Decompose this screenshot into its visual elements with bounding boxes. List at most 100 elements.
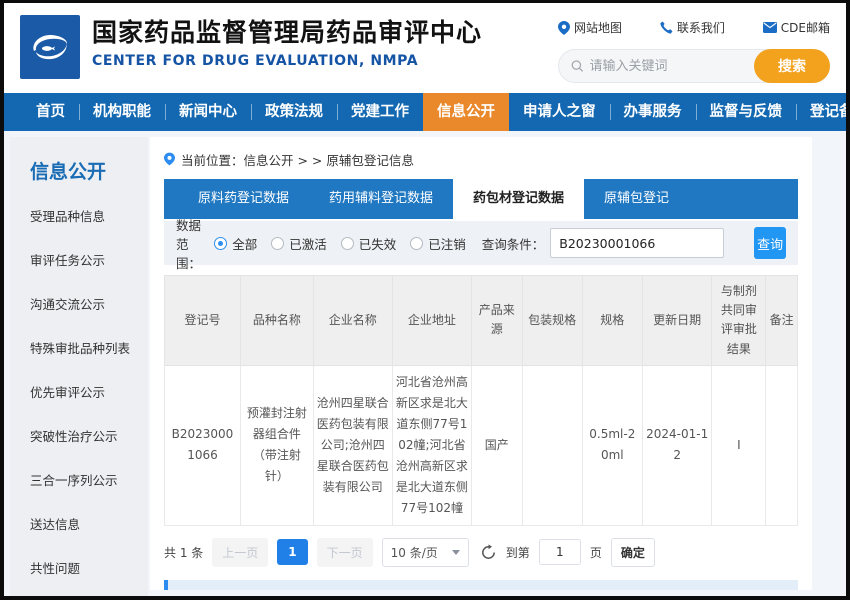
radio-cancelled[interactable]: 已注销: [410, 234, 466, 253]
total-count: 共 1 条: [164, 544, 203, 561]
radio-label: 已失效: [359, 234, 397, 253]
header-right: 网站地图 联系我们 CDE邮箱 搜索: [558, 15, 830, 85]
site-subtitle: CENTER FOR DRUG EVALUATION, NMPA: [92, 53, 482, 69]
search-input[interactable]: [590, 59, 749, 74]
brand-text: 国家药品监督管理局药品审评中心 CENTER FOR DRUG EVALUATI…: [92, 15, 482, 69]
cell-company-name: 沧州四星联合医药包装有限公司;沧州四星联合医药包装有限公司: [313, 365, 392, 525]
col-company-name: 企业名称: [313, 276, 392, 366]
tab-api-registration[interactable]: 原料药登记数据: [178, 179, 309, 219]
cde-logo-icon: [28, 27, 72, 67]
sidebar-item-common-issues[interactable]: 共性问题: [30, 558, 140, 577]
col-spec: 规格: [582, 276, 642, 366]
prev-page-button[interactable]: 上一页: [212, 538, 268, 567]
quick-link-mail[interactable]: CDE邮箱: [763, 19, 830, 36]
radio-label: 全部: [232, 234, 257, 253]
tab-packaging-registration[interactable]: 药包材登记数据: [453, 179, 584, 219]
sidebar: 信息公开 受理品种信息 审评任务公示 沟通交流公示 特殊审批品种列表 优先审评公…: [10, 137, 148, 596]
scope-label: 数据范围：: [176, 215, 210, 272]
quick-link-label: 网站地图: [574, 19, 622, 36]
page-size-select[interactable]: 10 条/页: [382, 538, 469, 567]
radio-dot-icon: [341, 237, 354, 250]
data-tabs: 原料药登记数据 药用辅料登记数据 药包材登记数据 原辅包登记: [164, 179, 798, 219]
page-body: 信息公开 受理品种信息 审评任务公示 沟通交流公示 特殊审批品种列表 优先审评公…: [4, 131, 846, 596]
nav-item-policy[interactable]: 政策法规: [251, 93, 337, 131]
tab-raw-aux-pack[interactable]: 原辅包登记: [584, 179, 689, 219]
page-size-value: 10 条/页: [391, 544, 438, 561]
col-company-address: 企业地址: [392, 276, 471, 366]
sidebar-item-special-approval[interactable]: 特殊审批品种列表: [30, 338, 140, 357]
mail-icon: [763, 22, 777, 33]
radio-label: 已注销: [428, 234, 466, 253]
breadcrumb-text: 当前位置：信息公开 > > 原辅包登记信息: [181, 150, 414, 169]
col-variety-name: 品种名称: [240, 276, 313, 366]
goto-suffix: 页: [590, 544, 602, 561]
quick-link-label: 联系我们: [677, 19, 725, 36]
chevron-down-icon: [452, 550, 460, 555]
col-update-date: 更新日期: [642, 276, 712, 366]
cde-logo: [20, 15, 80, 79]
pagination: 共 1 条 上一页 1 下一页 10 条/页 到第 页 确定: [164, 538, 798, 567]
sidebar-item-three-in-one[interactable]: 三合一序列公示: [30, 470, 140, 489]
col-packaging-spec: 包装规格: [522, 276, 582, 366]
nav-item-applicant-window[interactable]: 申请人之窗: [509, 93, 610, 131]
sidebar-item-review-tasks[interactable]: 审评任务公示: [30, 250, 140, 269]
cell-spec: 0.5ml-20ml: [582, 365, 642, 525]
col-remarks: 备注: [766, 276, 798, 366]
filter-bar: 数据范围： 全部 已激活 已失效 已注销 查询条件： 查询: [164, 221, 798, 265]
goto-page-input[interactable]: [539, 539, 581, 565]
cell-joint-review-result: I: [712, 365, 766, 525]
nav-item-news[interactable]: 新闻中心: [165, 93, 251, 131]
nav-item-home[interactable]: 首页: [22, 93, 79, 131]
col-registration-no: 登记号: [165, 276, 241, 366]
nav-item-functions[interactable]: 机构职能: [79, 93, 165, 131]
radio-dot-icon: [410, 237, 423, 250]
tab-excipient-registration[interactable]: 药用辅料登记数据: [309, 179, 453, 219]
nav-item-party[interactable]: 党建工作: [337, 93, 423, 131]
search-button[interactable]: 搜索: [754, 49, 830, 83]
cell-variety-name: 预灌封注射器组合件（带注射针）: [240, 365, 313, 525]
breadcrumb-pin-icon: [164, 152, 175, 166]
cell-company-address: 河北省沧州高新区求是北大道东侧77号102幢;河北省沧州高新区求是北大道东侧77…: [392, 365, 471, 525]
sidebar-item-delivery-info[interactable]: 送达信息: [30, 514, 140, 533]
cell-registration-no: B20230001066: [165, 365, 241, 525]
page-1-button[interactable]: 1: [277, 539, 307, 565]
confirm-button[interactable]: 确定: [611, 538, 655, 567]
sidebar-title: 信息公开: [30, 157, 140, 184]
nav-item-registration-platform[interactable]: 登记备案平台: [796, 93, 850, 131]
sidebar-item-accepted-varieties[interactable]: 受理品种信息: [30, 206, 140, 225]
nav-item-supervision[interactable]: 监督与反馈: [696, 93, 797, 131]
radio-all[interactable]: 全部: [214, 234, 257, 253]
refresh-icon[interactable]: [480, 544, 497, 561]
radio-activated[interactable]: 已激活: [271, 234, 327, 253]
nav-item-info-disclosure[interactable]: 信息公开: [423, 93, 509, 131]
nav-item-services[interactable]: 办事服务: [610, 93, 696, 131]
query-button[interactable]: 查询: [754, 227, 786, 259]
table-row: B20230001066 预灌封注射器组合件（带注射针） 沧州四星联合医药包装有…: [165, 365, 798, 525]
search-icon: [571, 59, 584, 73]
query-input[interactable]: [550, 228, 724, 258]
content-panel: 当前位置：信息公开 > > 原辅包登记信息 原料药登记数据 药用辅料登记数据 药…: [150, 137, 812, 590]
scope-radio-group: 全部 已激活 已失效 已注销: [214, 234, 466, 253]
next-page-button[interactable]: 下一页: [317, 538, 373, 567]
cell-product-source: 国产: [471, 365, 522, 525]
browser-page: 国家药品监督管理局药品审评中心 CENTER FOR DRUG EVALUATI…: [0, 0, 850, 600]
cell-remarks: [766, 365, 798, 525]
quick-link-label: CDE邮箱: [781, 19, 830, 36]
sidebar-item-breakthrough-therapy[interactable]: 突破性治疗公示: [30, 426, 140, 445]
radio-expired[interactable]: 已失效: [341, 234, 397, 253]
col-product-source: 产品来源: [471, 276, 522, 366]
main-nav: 首页 机构职能 新闻中心 政策法规 党建工作 信息公开 申请人之窗 办事服务 监…: [4, 93, 846, 131]
breadcrumb: 当前位置：信息公开 > > 原辅包登记信息: [164, 145, 798, 173]
sidebar-item-communication[interactable]: 沟通交流公示: [30, 294, 140, 313]
table-header-row: 登记号 品种名称 企业名称 企业地址 产品来源 包装规格 规格 更新日期 与制剂…: [165, 276, 798, 366]
query-label: 查询条件：: [482, 234, 545, 253]
radio-dot-icon: [271, 237, 284, 250]
col-joint-review-result: 与制剂共同审评审批结果: [712, 276, 766, 366]
search-bar: 搜索: [558, 49, 830, 83]
sidebar-item-priority-review[interactable]: 优先审评公示: [30, 382, 140, 401]
site-title: 国家药品监督管理局药品审评中心: [92, 17, 482, 50]
quick-link-sitemap[interactable]: 网站地图: [558, 19, 622, 36]
notes-panel: 说明: 1. 数据范围“全部”，不包含“已注销” 2. “与制剂共同审评审批结果…: [164, 580, 798, 590]
quick-link-contact[interactable]: 联系我们: [660, 19, 725, 36]
quick-links: 网站地图 联系我们 CDE邮箱: [558, 19, 830, 36]
